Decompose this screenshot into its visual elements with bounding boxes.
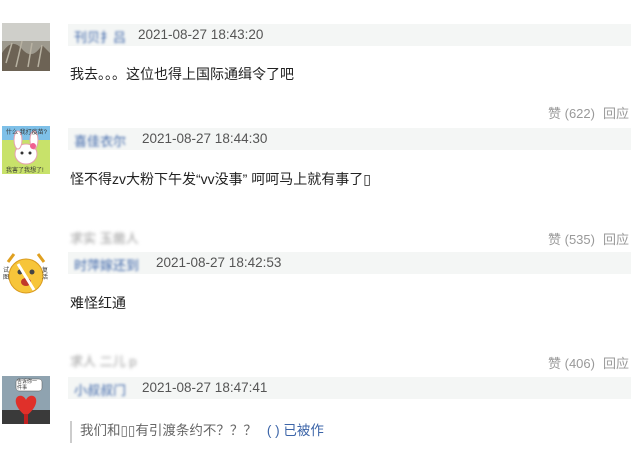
comment-actions: 赞 (622) 回应 bbox=[548, 103, 629, 122]
comment-text: 我去。。。这位也得上国际通缉令了吧 bbox=[70, 66, 294, 82]
username-link[interactable]: 时萍嫁还到 bbox=[74, 255, 139, 274]
comment-text: 难怪红通 bbox=[70, 295, 126, 311]
avatar-caption: 告诉你一件事 bbox=[17, 379, 38, 391]
avatar-caption: 我害了我想了! bbox=[6, 168, 44, 174]
username-link[interactable]: 小叔叔门 bbox=[74, 380, 126, 399]
reply-button[interactable]: 回应 bbox=[603, 106, 629, 121]
avatar[interactable]: 什么 我打疫苗? 我害了我想了! bbox=[2, 126, 50, 174]
comment-time: 2021-08-27 18:47:41 bbox=[142, 380, 268, 395]
comment-time: 2021-08-27 18:43:20 bbox=[138, 27, 264, 42]
comment-actions: 赞 (406) 回应 bbox=[548, 353, 629, 372]
reply-button[interactable]: 回应 bbox=[603, 232, 629, 247]
comment-actions: 赞 (535) 回应 bbox=[548, 229, 629, 248]
avatar-caption: 什么 我打疫苗? bbox=[6, 130, 48, 136]
quoted-reply: 我们和▯▯有引渡条约不？？？ ( ) 已被作 bbox=[70, 421, 324, 443]
avatar-caption: 试 图 bbox=[3, 268, 10, 281]
like-button[interactable]: 赞 (535) bbox=[548, 232, 595, 247]
comment-meta: 时萍嫁还到 2021-08-27 18:42:53 bbox=[68, 252, 631, 274]
comment-time: 2021-08-27 18:42:53 bbox=[156, 255, 282, 270]
comment-time: 2021-08-27 18:44:30 bbox=[142, 131, 268, 146]
comment-meta: 刊贝扌吕 2021-08-27 18:43:20 bbox=[68, 24, 631, 46]
avatar[interactable] bbox=[2, 23, 50, 71]
reply-button[interactable]: 回应 bbox=[603, 356, 629, 371]
username-link[interactable]: 喜佳衣尔 bbox=[74, 131, 126, 150]
comment-meta: 喜佳衣尔 2021-08-27 18:44:30 bbox=[68, 128, 631, 150]
comment-text: 怪不得zv大粉下午发“vv没事” 呵呵马上就有事了▯ bbox=[70, 171, 371, 187]
avatar-caption: 复 活 bbox=[42, 268, 49, 281]
reply-user[interactable]: 求实 玉凿人 bbox=[70, 228, 139, 247]
quote-author-link[interactable]: ( ) 已被作 bbox=[267, 423, 324, 438]
avatar[interactable]: 告诉你一件事 bbox=[2, 376, 50, 424]
reply-user[interactable]: 求人 二儿 p bbox=[70, 351, 136, 370]
like-button[interactable]: 赞 (622) bbox=[548, 106, 595, 121]
avatar[interactable]: 试 图 复 活 bbox=[2, 250, 50, 298]
comment-meta: 小叔叔门 2021-08-27 18:47:41 bbox=[68, 377, 631, 399]
like-button[interactable]: 赞 (406) bbox=[548, 356, 595, 371]
quote-text: 我们和▯▯有引渡条约不？？？ bbox=[80, 423, 257, 438]
username-link[interactable]: 刊贝扌吕 bbox=[74, 27, 126, 46]
